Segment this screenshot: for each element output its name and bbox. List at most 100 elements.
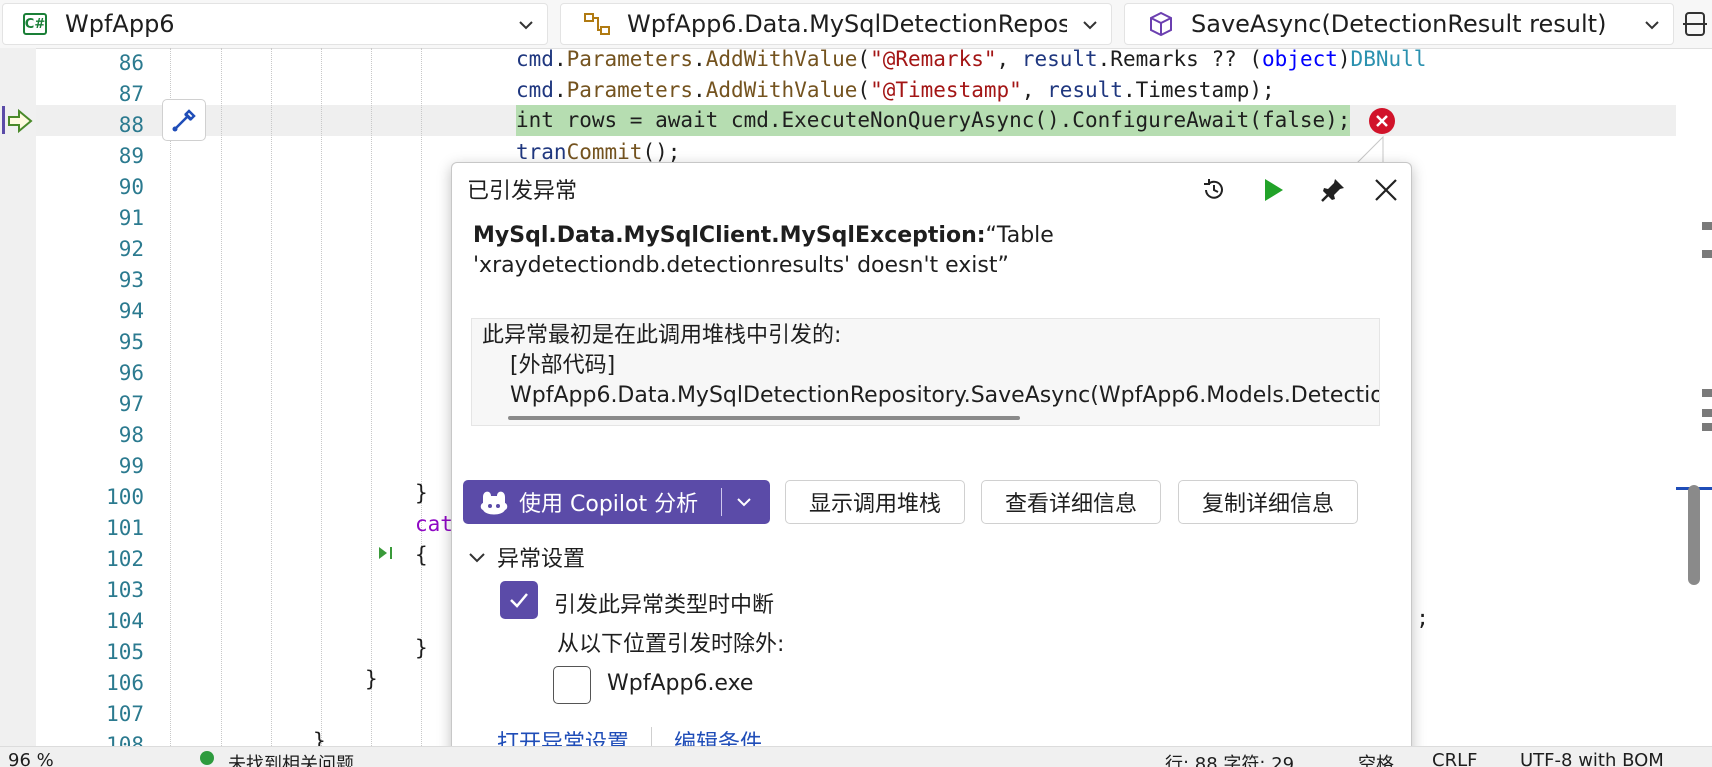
code-line-106[interactable]: }	[365, 664, 378, 695]
close-icon	[1375, 179, 1397, 201]
member-dropdown[interactable]: SaveAsync(DetectionResult result)	[1124, 3, 1674, 45]
overview-mark	[1702, 222, 1712, 230]
split-divider	[721, 488, 722, 516]
wpfapp6-exe-checkbox[interactable]	[553, 666, 591, 704]
line-number: 101	[106, 516, 144, 540]
class-icon	[584, 13, 610, 35]
chevron-down-icon	[1645, 21, 1659, 30]
current-statement-arrow-icon[interactable]	[6, 108, 34, 134]
indent-guide	[221, 48, 222, 746]
line-number: 92	[118, 237, 144, 261]
code-line-87[interactable]: cmd.Parameters.AddWithValue("@Timestamp"…	[516, 75, 1275, 106]
quick-action-button[interactable]	[162, 99, 206, 141]
line-number: 102	[106, 547, 144, 571]
view-details-button[interactable]: 查看详细信息	[981, 480, 1161, 524]
indent-mode[interactable]: 空格	[1358, 750, 1394, 767]
line-number: 96	[118, 361, 144, 385]
stack-heading: 此异常最初是在此调用堆栈中引发的:	[482, 323, 842, 348]
line-ending[interactable]: CRLF	[1432, 750, 1477, 767]
line-number: 97	[118, 392, 144, 416]
pin-button[interactable]	[1318, 175, 1348, 205]
navigation-bar: C# WpfApp6 WpfApp6.Data.MySqlDetectionRe…	[0, 0, 1712, 49]
line-number: 100	[106, 485, 144, 509]
cursor-position[interactable]: 行: 88 字符: 29	[1165, 750, 1294, 767]
checkmark-icon	[510, 593, 528, 608]
line-number: 93	[118, 268, 144, 292]
pipette-icon	[172, 109, 196, 132]
line-number: 106	[106, 671, 144, 695]
line-number: 86	[118, 51, 144, 75]
exception-type: MySql.Data.MySqlClient.MySqlException:	[473, 223, 986, 248]
code-line-105[interactable]: }	[415, 633, 428, 664]
indent-guide	[271, 48, 272, 746]
chevron-down-icon	[519, 21, 533, 30]
no-issues-icon	[200, 751, 214, 765]
status-bar: 96 % 未找到相关问题 行: 88 字符: 29 空格 CRLF UTF-8 …	[0, 746, 1712, 767]
show-call-stack-button[interactable]: 显示调用堆栈	[785, 480, 965, 524]
current-statement-line[interactable]: int rows = await cmd.ExecuteNonQueryAsyn…	[516, 105, 1351, 136]
run-to-cursor-icon[interactable]	[376, 544, 398, 562]
popup-title: 已引发异常	[467, 179, 578, 204]
copy-details-button[interactable]: 复制详细信息	[1178, 480, 1358, 524]
code-line-102[interactable]: {	[415, 540, 428, 571]
line-number: 104	[106, 609, 144, 633]
line-number: 107	[106, 702, 144, 726]
exception-settings-header[interactable]: 异常设置	[467, 541, 585, 573]
overview-mark	[1702, 389, 1712, 397]
history-icon	[1204, 179, 1223, 199]
file-encoding[interactable]: UTF-8 with BOM	[1520, 750, 1664, 767]
call-stack-box[interactable]: 此异常最初是在此调用堆栈中引发的: [外部代码] WpfApp6.Data.My…	[471, 318, 1380, 426]
code-line-101[interactable]: cat	[415, 509, 453, 540]
chevron-down-icon	[1083, 21, 1097, 30]
indent-guide	[321, 48, 322, 746]
continue-button[interactable]	[1258, 175, 1288, 205]
chevron-down-icon[interactable]	[735, 494, 753, 510]
line-number: 99	[118, 454, 144, 478]
line-number: 103	[106, 578, 144, 602]
code-line-100[interactable]: }	[415, 478, 428, 509]
break-on-exception-label[interactable]: 引发此异常类型时中断	[554, 587, 774, 619]
wpfapp6-exe-label[interactable]: WpfApp6.exe	[607, 671, 753, 696]
break-on-exception-checkbox[interactable]	[500, 581, 538, 619]
class-name: WpfApp6.Data.MySqlDetectionReposit	[627, 10, 1067, 38]
history-button[interactable]	[1199, 175, 1229, 205]
class-dropdown[interactable]: WpfApp6.Data.MySqlDetectionReposit	[560, 3, 1112, 45]
line-numbers: 86 87 88 89 90 91 92 93 94 95 96 97 98 9…	[36, 48, 148, 757]
change-marker	[2, 106, 5, 134]
stack-external-code: [外部代码]	[510, 353, 616, 378]
split-window-icon[interactable]	[1682, 10, 1708, 38]
zoom-level[interactable]: 96 %	[8, 750, 54, 767]
error-icon[interactable]	[1368, 107, 1396, 135]
exception-helper-popup: 已引发异常 MySql.Data.MySqlClient.MySqlExcept…	[451, 162, 1412, 767]
indent-guide	[170, 48, 171, 746]
csharp-project-icon: C#	[23, 13, 47, 35]
except-label: 从以下位置引发时除外:	[557, 632, 785, 657]
vertical-scrollbar-thumb[interactable]	[1688, 485, 1700, 585]
project-dropdown[interactable]: C# WpfApp6	[2, 3, 548, 45]
line-number: 89	[118, 144, 144, 168]
chevron-down-icon	[469, 553, 485, 563]
line-number: 98	[118, 423, 144, 447]
method-name: SaveAsync(DetectionResult result)	[1191, 10, 1607, 38]
code-line-86[interactable]: cmd.Parameters.AddWithValue("@Remarks", …	[516, 44, 1426, 75]
copilot-icon	[480, 491, 508, 515]
close-button[interactable]	[1371, 175, 1401, 205]
horizontal-scrollbar[interactable]	[508, 416, 1020, 420]
line-number: 87	[118, 82, 144, 106]
line-number: 105	[106, 640, 144, 664]
line-number: 88	[118, 113, 144, 137]
method-cube-icon	[1150, 11, 1172, 37]
indent-guide	[371, 48, 372, 746]
copilot-analyze-button[interactable]: 使用 Copilot 分析	[463, 480, 770, 524]
stack-frame-link[interactable]: WpfApp6.Data.MySqlDetectionRepository.Sa…	[510, 381, 1379, 411]
line-number: 94	[118, 299, 144, 323]
line-number: 95	[118, 330, 144, 354]
pin-icon	[1321, 179, 1344, 202]
project-name: WpfApp6	[65, 10, 175, 38]
popup-callout-pointer	[1355, 135, 1384, 164]
issues-status[interactable]: 未找到相关问题	[228, 750, 354, 767]
overview-mark	[1702, 423, 1712, 431]
indicator-margin[interactable]	[0, 48, 36, 746]
exception-message: MySql.Data.MySqlClient.MySqlException:“T…	[473, 221, 1073, 281]
overview-mark	[1702, 250, 1712, 258]
